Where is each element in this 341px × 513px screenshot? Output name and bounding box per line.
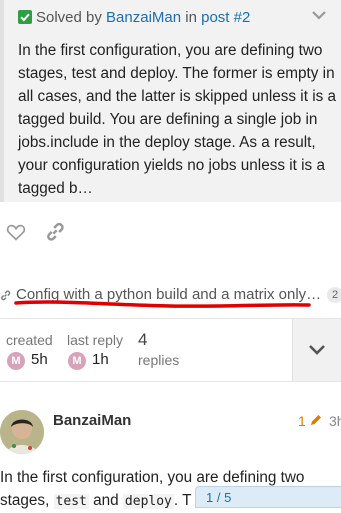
created-label: created	[6, 332, 53, 348]
post-number: 1	[298, 413, 306, 429]
in-word: in	[185, 9, 197, 26]
post-text-fragment: stages,	[0, 492, 54, 509]
solved-check-icon	[18, 10, 32, 24]
link-icon[interactable]	[45, 222, 65, 247]
code-test: test	[53, 494, 89, 509]
solution-post-link[interactable]: post #2	[201, 9, 250, 26]
linked-topic-title[interactable]: Config with a python build and a matrix …	[16, 285, 321, 305]
code-deploy: deploy	[122, 494, 174, 509]
chevron-down-icon	[308, 343, 326, 361]
created-time: 5h	[31, 351, 48, 368]
avatar[interactable]: M	[7, 352, 25, 370]
solution-quote: Solved by BanzaiMan in post #2 In the fi…	[0, 0, 341, 202]
heart-icon[interactable]	[6, 222, 26, 247]
topic-meta: created M 5h last reply M 1h 4 replies	[0, 318, 341, 382]
last-reply-time[interactable]: 1h	[92, 351, 109, 368]
post-text-fragment: and	[88, 492, 123, 509]
post-username[interactable]: BanzaiMan	[53, 412, 131, 429]
solved-prefix: Solved by	[36, 9, 102, 26]
chevron-down-icon[interactable]	[311, 8, 327, 26]
last-reply-label: last reply	[67, 332, 124, 348]
replies-label: replies	[138, 352, 180, 368]
quote-text: In the first configuration, you are defi…	[18, 42, 337, 197]
link-icon	[0, 288, 11, 306]
link-click-count: 2	[327, 287, 341, 303]
linked-topic-row[interactable]: Config with a python build and a matrix …	[0, 283, 341, 307]
avatar[interactable]: M	[68, 352, 86, 370]
solved-header: Solved by BanzaiMan in post #2	[18, 8, 250, 28]
solution-author-link[interactable]: BanzaiMan	[106, 9, 181, 26]
expand-topic-button[interactable]	[292, 319, 341, 381]
replies-count: 4	[138, 330, 148, 349]
post-time: 3h	[329, 413, 341, 429]
post-progress-text: 1 / 5	[206, 490, 232, 505]
post-progress-overlay[interactable]: 1 / 5	[195, 486, 341, 508]
post-text-fragment: . T	[173, 492, 192, 509]
avatar[interactable]	[0, 410, 44, 454]
pencil-icon[interactable]	[309, 413, 323, 432]
